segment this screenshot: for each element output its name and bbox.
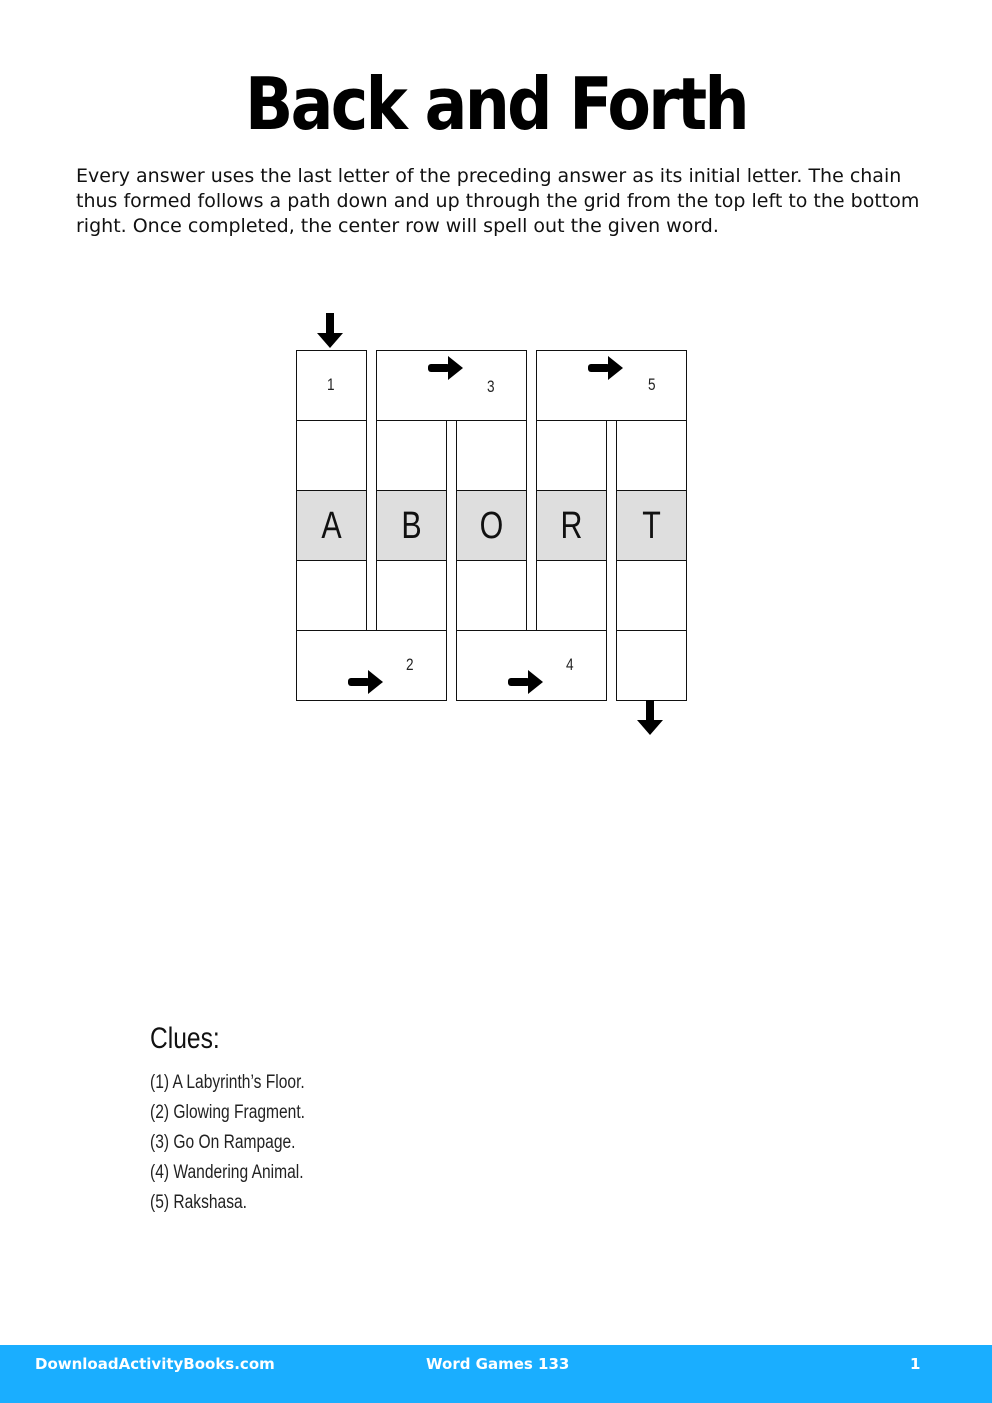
center-letter: B — [401, 505, 422, 547]
arrow-right-icon — [348, 670, 383, 694]
cell[interactable] — [616, 420, 687, 491]
clue-item: (5) Rakshasa. — [150, 1192, 247, 1213]
clue-item: (1) A Labyrinth’s Floor. — [150, 1072, 305, 1093]
clue-number: 5 — [647, 375, 656, 394]
arrow-down-end-icon — [637, 700, 663, 735]
cell[interactable] — [296, 560, 367, 631]
clue-item: (3) Go On Rampage. — [150, 1132, 296, 1153]
center-cell[interactable]: B — [376, 490, 447, 561]
center-cell[interactable]: R — [536, 490, 607, 561]
cell-clue-4[interactable]: 4 — [456, 630, 607, 701]
center-cell[interactable]: A — [296, 490, 367, 561]
footer-bar: DownloadActivityBooks.com Word Games 133… — [0, 1345, 992, 1403]
footer-book-title: Word Games 133 — [426, 1355, 570, 1373]
cell[interactable] — [616, 560, 687, 631]
center-cell[interactable]: O — [456, 490, 527, 561]
cell[interactable] — [376, 420, 447, 491]
clue-item: (2) Glowing Fragment. — [150, 1102, 305, 1123]
center-letter: O — [479, 505, 504, 547]
arrow-right-icon — [508, 670, 543, 694]
center-cell[interactable]: T — [616, 490, 687, 561]
cell-clue-5[interactable]: 5 — [536, 350, 687, 421]
cell[interactable] — [376, 560, 447, 631]
clue-number: 2 — [405, 655, 414, 674]
footer-site-link[interactable]: DownloadActivityBooks.com — [35, 1355, 275, 1373]
cell[interactable] — [456, 420, 527, 491]
arrow-right-icon — [588, 356, 623, 380]
arrow-down-start-icon — [317, 313, 343, 348]
center-letter: A — [321, 505, 342, 547]
center-letter: T — [642, 505, 661, 547]
clue-number: 1 — [326, 375, 335, 394]
center-letter: R — [560, 505, 583, 547]
cell[interactable] — [296, 420, 367, 491]
clue-number: 4 — [565, 655, 574, 674]
page-title: Back and Forth — [244, 62, 750, 146]
clue-number: 3 — [486, 377, 495, 396]
cell[interactable] — [456, 560, 527, 631]
instructions: Every answer uses the last letter of the… — [76, 165, 920, 237]
cell-clue-2[interactable]: 2 — [296, 630, 447, 701]
footer-page-number: 1 — [910, 1355, 921, 1373]
cell-clue-3[interactable]: 3 — [376, 350, 527, 421]
cell[interactable] — [536, 560, 607, 631]
arrow-right-icon — [428, 356, 463, 380]
clue-item: (4) Wandering Animal. — [150, 1162, 304, 1183]
cell[interactable] — [616, 630, 687, 701]
cell[interactable] — [536, 420, 607, 491]
clues-heading: Clues: — [150, 1022, 220, 1055]
cell-clue-1[interactable]: 1 — [296, 350, 367, 421]
